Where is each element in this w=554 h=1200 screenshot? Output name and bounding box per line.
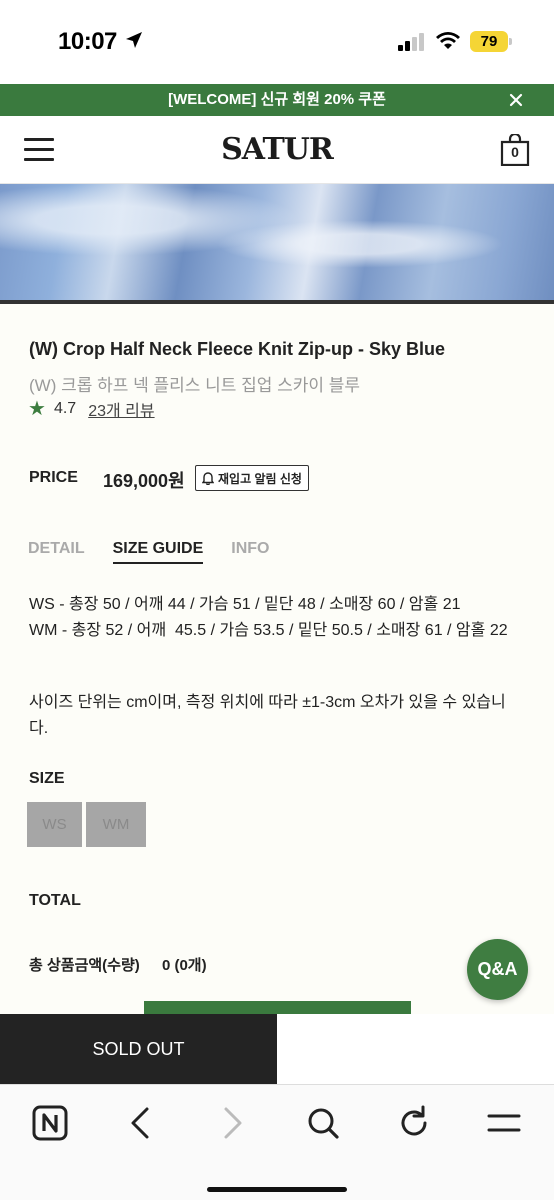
refresh-icon[interactable] — [394, 1103, 434, 1143]
size-label: SIZE — [29, 770, 65, 787]
cart-count: 0 — [511, 144, 519, 160]
total-row: 총 상품금액(수량) 0 (0개) — [29, 954, 207, 975]
wifi-icon — [436, 32, 460, 49]
size-guide-table: WS - 총장 50 / 어깨 44 / 가슴 51 / 밑단 48 / 소매장… — [29, 592, 508, 644]
restock-label: 재입고 알림 신청 — [218, 471, 302, 486]
size-option-wm[interactable]: WM — [86, 802, 146, 847]
forward-icon[interactable] — [212, 1103, 252, 1143]
total-label: TOTAL — [29, 892, 81, 909]
product-title: (W) Crop Half Neck Fleece Knit Zip-up - … — [29, 339, 446, 359]
tab-info[interactable]: INFO — [231, 540, 269, 564]
battery-indicator: 79 — [470, 31, 512, 52]
restock-alert-button[interactable]: 재입고 알림 신청 — [195, 465, 309, 491]
search-icon[interactable] — [303, 1103, 343, 1143]
price-value: 169,000원 — [103, 471, 185, 491]
size-guide-note: 사이즈 단위는 cm이며, 측정 위치에 따라 ±1-3cm 오차가 있을 수 … — [29, 694, 506, 737]
buy-button-edge — [144, 1001, 411, 1014]
status-time: 10:07 — [58, 28, 117, 55]
location-arrow-icon — [126, 32, 142, 48]
product-image[interactable] — [0, 184, 554, 304]
size-option-ws[interactable]: WS — [27, 802, 82, 847]
total-row-label: 총 상품금액(수량) — [29, 957, 140, 974]
cart-button[interactable]: 0 — [500, 132, 530, 167]
product-rating: ★ 4.7 23개 리뷰 — [28, 397, 155, 421]
tab-detail[interactable]: DETAIL — [28, 540, 85, 564]
review-link[interactable]: 23개 리뷰 — [88, 397, 154, 421]
rating-value: 4.7 — [53, 400, 77, 417]
signal-icon — [398, 33, 424, 51]
tabs-menu-icon[interactable] — [484, 1103, 524, 1143]
brand-logo[interactable]: SATUR — [0, 132, 554, 167]
promo-text: [WELCOME] 신규 회원 20% 쿠폰 — [168, 91, 386, 108]
back-icon[interactable] — [121, 1103, 161, 1143]
star-icon: ★ — [28, 398, 46, 420]
size-options: WS WM — [27, 802, 150, 847]
promo-banner[interactable]: [WELCOME] 신규 회원 20% 쿠폰 — [0, 84, 554, 116]
product-title-korean: (W) 크롭 하프 넥 플리스 니트 집업 스카이 블루 — [29, 376, 361, 395]
home-indicator — [207, 1187, 347, 1192]
n-app-icon[interactable] — [30, 1103, 70, 1143]
price-label: PRICE — [29, 469, 78, 486]
status-bar: 10:07 79 — [0, 0, 554, 84]
tab-size-guide[interactable]: SIZE GUIDE — [112, 540, 204, 564]
size-guide-wm: WM - 총장 52 / 어깨 45.5 / 가슴 53.5 / 밑단 50.5… — [29, 622, 508, 639]
qa-button[interactable]: Q&A — [467, 939, 528, 1000]
bell-icon — [202, 471, 214, 485]
size-guide-ws: WS - 총장 50 / 어깨 44 / 가슴 51 / 밑단 48 / 소매장… — [29, 596, 461, 613]
action-bar-right — [277, 1014, 554, 1084]
browser-toolbar — [0, 1084, 554, 1200]
site-header: SATUR 0 — [0, 116, 554, 184]
product-tabs: DETAIL SIZE GUIDE INFO — [28, 540, 298, 564]
total-row-value: 0 (0개) — [161, 957, 207, 974]
sold-out-button[interactable]: SOLD OUT — [0, 1014, 277, 1084]
close-icon[interactable] — [508, 92, 524, 108]
